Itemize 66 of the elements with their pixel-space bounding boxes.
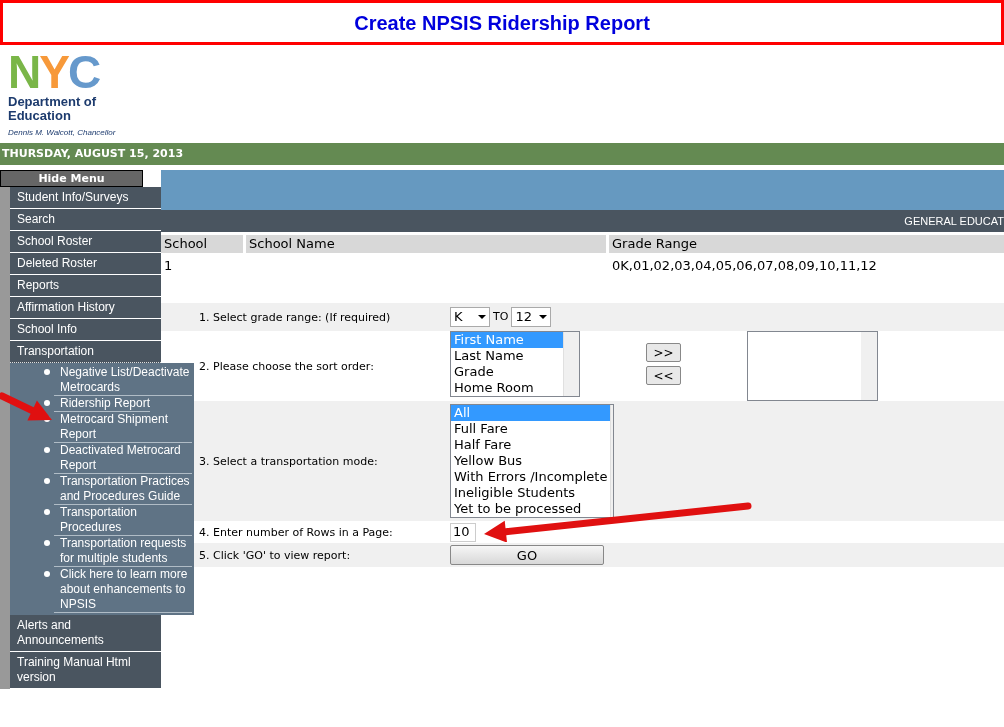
menu-item[interactable]: Training Manual Html version — [10, 652, 161, 689]
form-label: 4. Enter number of Rows in a Page: — [198, 525, 394, 539]
table-cell-text: 0K,01,02,03,04,05,06,07,08,09,10,11,12 — [611, 257, 878, 275]
dropdown[interactable]: K — [450, 307, 490, 327]
menu-item[interactable]: Deleted Roster — [10, 253, 161, 275]
menu-item[interactable]: Search — [10, 209, 161, 231]
list-option[interactable]: Ineligible Students — [451, 485, 611, 501]
add-button[interactable]: >> — [646, 343, 681, 362]
list-option[interactable]: With Errors /Incomplete — [451, 469, 611, 485]
bullet-icon — [44, 509, 50, 515]
go-button[interactable]: GO — [450, 545, 604, 565]
menu-item[interactable]: School Roster — [10, 231, 161, 253]
submenu-link[interactable]: Deactivated Metrocard Report — [54, 443, 192, 474]
arrow-icon — [0, 392, 52, 421]
bullet-icon — [44, 540, 50, 546]
list-option[interactable]: Yellow Bus — [451, 453, 611, 469]
caret-icon — [539, 315, 548, 319]
bullet-icon — [44, 478, 50, 484]
submenu-link[interactable]: Click here to learn more about enhancements to NPSIS — [54, 567, 192, 613]
bullet-icon — [44, 400, 50, 406]
table-cell-text: 1 — [163, 257, 174, 275]
menu-item[interactable]: Transportation — [10, 341, 161, 363]
list-option[interactable]: Half Fare — [451, 437, 611, 453]
bullet-icon — [44, 447, 50, 453]
caret-icon — [478, 315, 486, 319]
rows-input[interactable]: 10 — [450, 522, 476, 542]
list-option[interactable]: Home Room — [451, 380, 563, 396]
logo-letter: C — [67, 51, 100, 93]
column-header: School Name — [246, 235, 606, 253]
list-box[interactable]: First Name Last Name Grade Home Room — [450, 331, 580, 397]
selected-list-box[interactable] — [747, 331, 878, 401]
form-label: 1. Select grade range: (If required) — [198, 310, 392, 324]
menu-item[interactable]: Student Info/Surveys — [10, 187, 161, 209]
date-bar: THURSDAY, AUGUST 15, 2013 — [0, 143, 1004, 165]
department-name: Department of Education — [8, 95, 98, 123]
submenu-link[interactable]: Transportation Procedures — [54, 505, 192, 536]
hide-menu-button[interactable]: Hide Menu — [0, 170, 143, 187]
list-box[interactable]: All Full Fare Half Fare Yellow Bus With Errors /Incomplete Ineligible Students Yet to be processed — [450, 404, 614, 518]
submenu-link[interactable]: Transportation requests for multiple students — [54, 536, 192, 567]
bullet-icon — [44, 571, 50, 577]
menu-item[interactable]: Reports — [10, 275, 161, 297]
form-label: 3. Select a transportation mode: — [198, 454, 379, 468]
dropdown[interactable]: 12 — [511, 307, 552, 327]
column-header: School — [161, 235, 243, 253]
menu-item[interactable]: Affirmation History — [10, 297, 161, 319]
submenu-link[interactable]: Negative List/Deactivate Metrocards — [54, 365, 192, 396]
list-option[interactable]: Last Name — [451, 348, 563, 364]
submenu-link[interactable]: Metrocard Shipment Report — [54, 412, 192, 443]
list-option[interactable]: Full Fare — [451, 421, 611, 437]
remove-button[interactable]: << — [646, 366, 681, 385]
scrollbar[interactable] — [610, 405, 613, 517]
submenu-link[interactable]: Ridership Report — [54, 396, 151, 412]
logo-letter: N — [8, 51, 40, 93]
chancellor-name: Dennis M. Walcott, Chancellor — [8, 127, 117, 139]
bullet-icon — [44, 369, 50, 375]
column-header: Grade Range — [609, 235, 1004, 253]
scrollbar[interactable] — [563, 332, 579, 396]
list-option[interactable]: Grade — [451, 364, 563, 380]
submenu-link[interactable]: Transportation Practices and Procedures Guide — [54, 474, 192, 505]
logo-letter: Y — [39, 51, 68, 93]
page-title: Create NPSIS Ridership Report — [0, 0, 1004, 45]
list-option[interactable]: Yet to be processed — [451, 501, 611, 517]
menu-item[interactable]: Alerts and Announcements — [10, 615, 161, 652]
section-label: GENERAL EDUCAT — [904, 213, 1004, 229]
menu-item[interactable]: School Info — [10, 319, 161, 341]
range-separator: TO — [493, 308, 509, 325]
